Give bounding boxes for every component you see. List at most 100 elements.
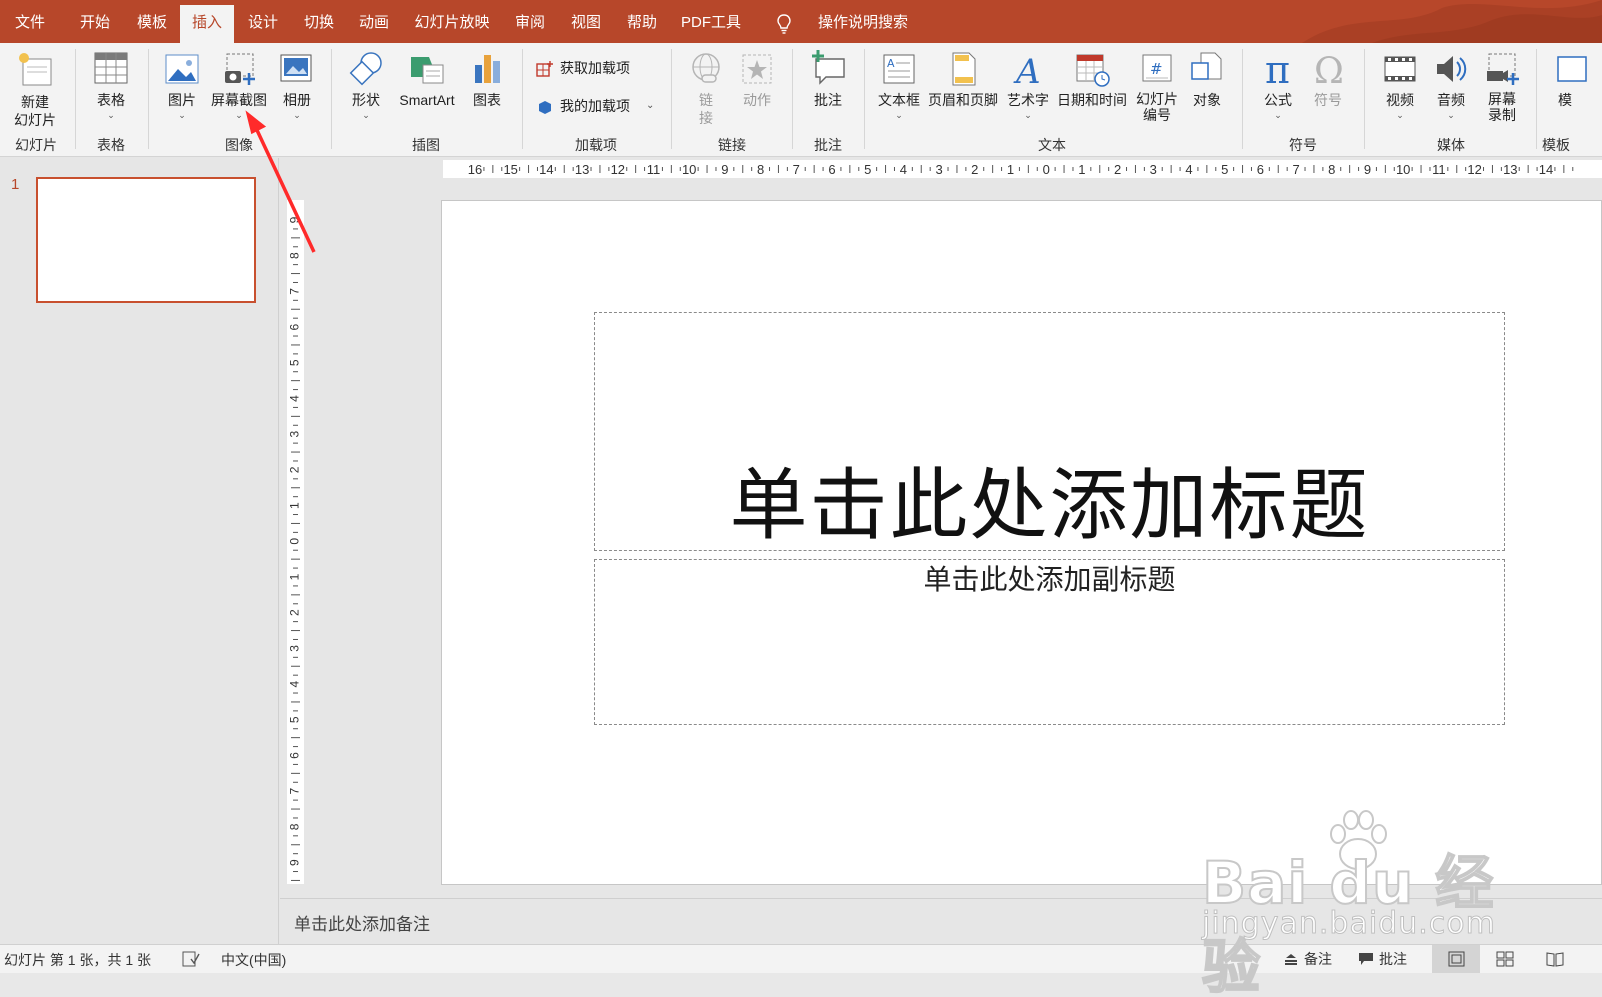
ruler-label: 12 <box>1467 162 1481 177</box>
notes-pane[interactable]: 单击此处添加备注 <box>280 898 1602 944</box>
ruler-label: 9 <box>288 859 302 866</box>
normal-view-button[interactable] <box>1432 945 1480 974</box>
ruler-label: 15 <box>503 162 517 177</box>
new-comment-button[interactable]: 批注 <box>804 49 852 109</box>
screenshot-icon <box>225 53 255 85</box>
ruler-label: 6 <box>1257 162 1264 177</box>
screenshot-button[interactable]: 屏幕截图 ⌄ <box>206 49 272 120</box>
table-button[interactable]: 表格 ⌄ <box>84 49 138 120</box>
template-button[interactable]: 模 <box>1548 49 1588 109</box>
slide-thumbnail[interactable] <box>36 177 256 303</box>
reading-view-icon[interactable] <box>1546 951 1564 967</box>
title-placeholder[interactable]: 单击此处添加标题 <box>594 312 1505 551</box>
ruler-label: 1 <box>1078 162 1085 177</box>
tab-help[interactable]: 帮助 <box>616 5 668 43</box>
notes-toggle-label: 备注 <box>1304 951 1332 967</box>
slide-canvas[interactable]: 单击此处添加标题 单击此处添加副标题 <box>441 200 1602 885</box>
ruler-label: 5 <box>1221 162 1228 177</box>
tab-template[interactable]: 模板 <box>124 5 180 43</box>
screen-recording-button[interactable]: 屏幕 录制 <box>1478 49 1526 123</box>
smartart-button[interactable]: SmartArt <box>392 49 462 109</box>
audio-button[interactable]: 音频 ⌄ <box>1428 49 1474 120</box>
wordart-icon: A <box>1013 52 1041 89</box>
wordart-button[interactable]: A 艺术字 ⌄ <box>1004 49 1052 120</box>
ruler-label: 3 <box>288 645 302 652</box>
picture-button[interactable]: 图片 ⌄ <box>158 49 206 120</box>
tab-insert[interactable]: 插入 <box>180 5 234 43</box>
slide-sorter-view-icon[interactable] <box>1496 951 1514 967</box>
action-button[interactable]: 动作 <box>734 49 780 109</box>
new-slide-button[interactable]: 新建 幻灯片 <box>4 49 66 129</box>
group-label-templates: 模板 <box>1542 137 1570 153</box>
svg-text:#: # <box>1150 60 1163 78</box>
tell-me-label: 操作说明搜索 <box>818 14 909 31</box>
action-star-icon <box>742 54 772 84</box>
ruler-label: 8 <box>288 823 302 830</box>
comment-plus-icon <box>812 50 845 85</box>
ruler-label: 8 <box>288 252 302 259</box>
group-label-slides: 幻灯片 <box>15 137 57 153</box>
chart-button[interactable]: 图表 <box>464 49 510 109</box>
tab-design[interactable]: 设计 <box>236 5 290 43</box>
object-button[interactable]: 对象 <box>1184 49 1230 109</box>
chevron-down-icon: ⌄ <box>293 110 301 120</box>
tab-slideshow[interactable]: 幻灯片放映 <box>404 5 500 43</box>
tab-home[interactable]: 开始 <box>66 5 124 43</box>
comments-toggle-button[interactable]: 批注 <box>1358 946 1407 972</box>
group-label-text: 文本 <box>1038 137 1066 153</box>
link-button[interactable]: 链 接 <box>682 49 730 127</box>
tab-transitions[interactable]: 切换 <box>292 5 346 43</box>
ruler-label: 3 <box>1150 162 1157 177</box>
tab-review[interactable]: 审阅 <box>504 5 556 43</box>
globe-link-icon <box>692 53 720 83</box>
ruler-label: 3 <box>935 162 942 177</box>
video-button[interactable]: 视频 ⌄ <box>1376 49 1424 120</box>
title-bar-decoration <box>1302 0 1602 43</box>
status-bar: 幻灯片 第 1 张，共 1 张 中文(中国) 备注 批注 <box>0 944 1602 974</box>
vertical-ruler[interactable]: 9 8 7 6 5 4 3 2 1 0 1 2 3 4 5 6 7 8 9 <box>287 200 304 884</box>
ruler-label: 5 <box>288 716 302 723</box>
group-separator <box>148 49 149 149</box>
symbol-button[interactable]: Ω 符号 <box>1304 49 1352 109</box>
ruler-label: 11 <box>1432 162 1446 177</box>
tab-pdf-tools[interactable]: PDF工具 <box>670 5 752 43</box>
textbox-icon: A <box>883 54 915 84</box>
group-separator <box>522 49 523 149</box>
my-addins-button[interactable]: 我的加载项 ⌄ <box>536 95 662 117</box>
shapes-button[interactable]: 形状 ⌄ <box>340 49 392 120</box>
equation-button[interactable]: π 公式 ⌄ <box>1254 49 1302 120</box>
date-time-button[interactable]: 日期和时间 <box>1054 49 1130 109</box>
textbox-button[interactable]: A 文本框 ⌄ <box>874 49 924 120</box>
lightbulb-icon <box>777 14 791 34</box>
chevron-down-icon: ⌄ <box>1447 110 1455 120</box>
svg-text:Ω: Ω <box>1314 51 1344 89</box>
horizontal-ruler[interactable]: 16 15 14 13 12 11 10 9 8 7 6 5 4 3 2 1 0 1 2 3 4 5 6 7 8 9 10 11 12 1… <box>443 160 1602 178</box>
ruler-label: 5 <box>288 359 302 366</box>
new-slide-icon <box>19 53 52 86</box>
omega-icon: Ω <box>1314 51 1344 89</box>
header-footer-button[interactable]: 页眉和页脚 <box>924 49 1002 109</box>
photo-album-button[interactable]: 相册 ⌄ <box>274 49 320 120</box>
header-footer-icon <box>952 52 976 86</box>
svg-text:π: π <box>1265 49 1290 89</box>
slide-number-icon: # <box>1142 54 1172 82</box>
subtitle-placeholder[interactable]: 单击此处添加副标题 <box>594 559 1505 725</box>
pi-icon: π <box>1265 49 1290 89</box>
notes-toggle-button[interactable]: 备注 <box>1284 946 1332 972</box>
ruler-label: 2 <box>971 162 978 177</box>
ruler-label: 4 <box>1185 162 1192 177</box>
chevron-down-icon: ⌄ <box>107 110 115 120</box>
accessibility-check-icon[interactable] <box>182 951 200 967</box>
group-label-addins: 加载项 <box>575 137 617 153</box>
group-label-tables: 表格 <box>97 137 125 153</box>
get-addins-button[interactable]: 获取加载项 <box>536 57 656 79</box>
ruler-label: 2 <box>288 466 302 473</box>
tab-view[interactable]: 视图 <box>560 5 612 43</box>
tab-file[interactable]: 文件 <box>0 5 60 43</box>
group-separator <box>331 49 332 149</box>
group-label-media: 媒体 <box>1437 137 1465 153</box>
tab-animations[interactable]: 动画 <box>347 5 401 43</box>
slide-number-button[interactable]: # 幻灯片 编号 <box>1132 49 1182 123</box>
language-indicator[interactable]: 中文(中国) <box>221 950 286 970</box>
ruler-label: 1 <box>288 573 302 580</box>
